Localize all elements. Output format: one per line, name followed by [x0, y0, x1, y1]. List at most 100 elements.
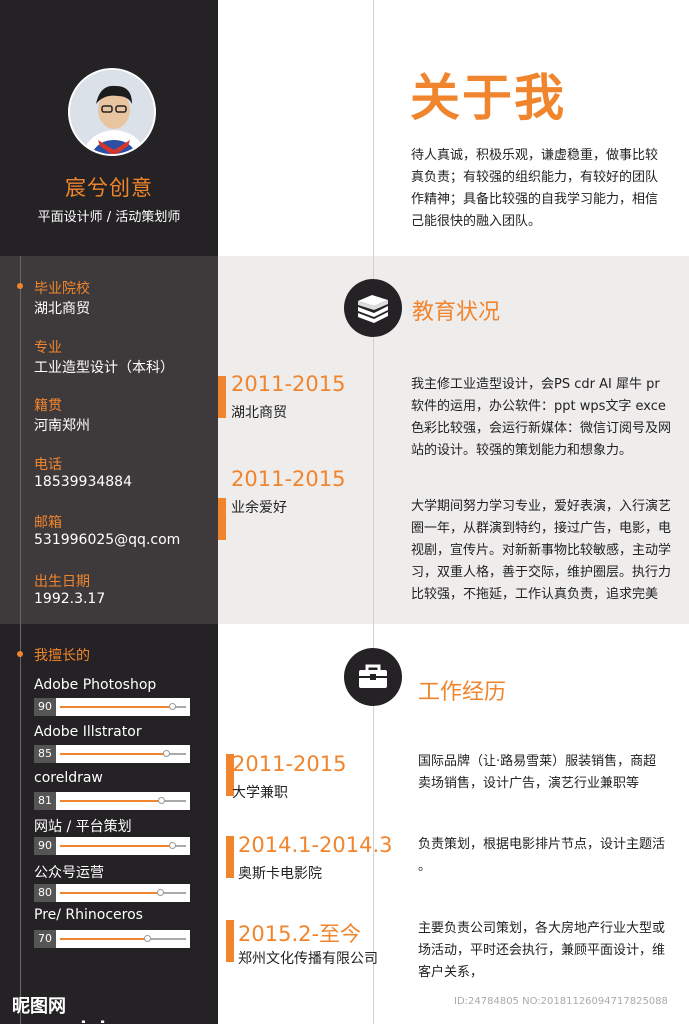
education-hobby: 业余爱好	[231, 500, 287, 516]
resume-page: 宸兮创意 平面设计师 / 活动策划师 毕业院校 湖北商贸 专业 工业造型设计（本…	[0, 0, 689, 1024]
books-icon	[344, 279, 402, 337]
info-value-email: 531996025@qq.com	[34, 532, 181, 548]
skill-name: Pre/ Rhinoceros	[34, 907, 143, 923]
skill-fill	[60, 706, 174, 708]
skill-level: 70	[34, 930, 56, 948]
timeline-line	[373, 0, 374, 1024]
education-line: 软件的运用，办公软件：ppt wps文字 exce	[411, 399, 666, 414]
skill-bar: 85	[34, 745, 190, 763]
skill-track	[60, 842, 186, 849]
skill-name: 公众号运营	[34, 865, 104, 881]
info-value-hometown: 河南郑州	[34, 418, 90, 434]
education-title: 教育状况	[412, 300, 501, 325]
work-line: 主要负责公司策划，各大房地产行业大型或	[418, 921, 666, 936]
work-org: 大学兼职	[232, 785, 288, 801]
skill-knob	[163, 750, 171, 757]
about-line: 真负责；有较强的组织能力，有较好的团队	[411, 170, 659, 185]
avatar	[68, 68, 156, 156]
education-line: 视剧，宣传片。对新新事物比较敏感，主动学	[411, 543, 672, 558]
skill-knob	[169, 842, 177, 849]
skill-bar: 80	[34, 884, 190, 902]
info-label-phone: 电话	[34, 457, 62, 473]
skill-knob	[144, 935, 152, 942]
work-line: 客户关系，	[418, 965, 484, 980]
education-school: 湖北商贸	[231, 405, 287, 421]
info-label-major: 专业	[34, 340, 62, 356]
profile-role: 平面设计师 / 活动策划师	[37, 210, 181, 225]
skill-fill	[60, 753, 168, 755]
skill-level: 90	[34, 837, 56, 855]
skill-bar: 70	[34, 930, 190, 948]
skill-track	[60, 703, 186, 710]
skills-title: 我擅长的	[34, 648, 90, 664]
avatar-portrait-icon	[70, 70, 154, 154]
skill-fill	[60, 845, 174, 847]
education-line: 习，双重人格，善于交际，维护圈层。执行力	[411, 565, 672, 580]
education-line: 我主修工业造型设计，会PS cdr AI 犀牛 pr	[411, 377, 660, 392]
work-line: 国际品牌（让·路易雪莱）服装销售，商超	[418, 754, 657, 769]
info-bullet	[17, 283, 23, 289]
skill-name: coreldraw	[34, 770, 103, 786]
skill-knob	[169, 703, 177, 710]
work-title: 工作经历	[418, 680, 507, 705]
sidebar: 宸兮创意 平面设计师 / 活动策划师 毕业院校 湖北商贸 专业 工业造型设计（本…	[0, 0, 218, 1024]
work-line: 。	[418, 859, 432, 874]
work-org: 奥斯卡电影院	[238, 866, 322, 882]
education-line: 圈一年，从群演到特约，接过广告，电影，电	[411, 521, 672, 536]
profile-name: 宸兮创意	[65, 176, 153, 200]
skill-level: 81	[34, 792, 56, 810]
skill-name: 网站 / 平台策划	[34, 819, 132, 835]
skill-knob	[158, 797, 166, 804]
skill-level: 80	[34, 884, 56, 902]
work-line: 负责策划，根据电影排片节点，设计主题活	[418, 837, 666, 852]
info-value-birthdate: 1992.3.17	[34, 591, 106, 607]
timeline-marker	[226, 836, 234, 878]
skill-track	[60, 935, 186, 942]
info-value-phone: 18539934884	[34, 474, 132, 490]
info-label-hometown: 籍贯	[34, 398, 62, 414]
about-title: 关于我	[410, 69, 566, 127]
skill-level: 85	[34, 745, 56, 763]
education-line: 色彩比较强，会运行新媒体：微信订阅号及网	[411, 421, 672, 436]
skills-divider-line	[20, 624, 21, 1024]
skills-bullet	[17, 651, 23, 657]
education-line: 比较强，不拖延，工作认真负责，追求完美	[411, 587, 659, 602]
info-panel	[0, 256, 218, 624]
info-value-school: 湖北商贸	[34, 301, 90, 317]
about-line: 待人真诚，积极乐观，谦虚稳重，做事比较	[411, 148, 659, 163]
work-year: 2014.1-2014.3	[238, 833, 393, 857]
skill-knob	[156, 889, 164, 896]
education-year: 2011-2015	[231, 372, 346, 396]
work-year: 2011-2015	[232, 752, 347, 776]
skill-name: Adobe Photoshop	[34, 677, 157, 693]
skill-track	[60, 797, 186, 804]
skill-bar: 90	[34, 698, 190, 716]
skill-fill	[60, 938, 149, 940]
education-line: 大学期间努力学习专业，爱好表演，入行演艺	[411, 499, 672, 514]
skill-name: Adobe Illstrator	[34, 724, 142, 740]
work-line: 卖场销售，设计广告，演艺行业兼职等	[418, 776, 640, 791]
info-label-birthdate: 出生日期	[34, 574, 90, 590]
briefcase-icon	[344, 648, 402, 706]
about-line: 作精神；具备比较强的自我学习能力，相信	[411, 192, 659, 207]
watermark-left: 昵图网 www.nipic.com	[12, 996, 165, 1024]
skill-bar: 90	[34, 837, 190, 855]
work-org: 郑州文化传播有限公司	[238, 951, 378, 967]
info-label-school: 毕业院校	[34, 281, 90, 297]
timeline-marker	[218, 498, 226, 540]
timeline-marker	[218, 376, 226, 418]
info-value-major: 工业造型设计（本科）	[34, 360, 174, 376]
skill-bar: 81	[34, 792, 190, 810]
info-label-email: 邮箱	[34, 515, 62, 531]
skill-track	[60, 889, 186, 896]
info-divider-line	[20, 256, 21, 624]
timeline-marker	[226, 920, 234, 962]
skill-track	[60, 750, 186, 757]
skill-level: 90	[34, 698, 56, 716]
work-line: 场活动，平时还会执行，兼顾平面设计，维	[418, 943, 666, 958]
skill-fill	[60, 892, 161, 894]
skill-fill	[60, 800, 163, 802]
education-year: 2011-2015	[231, 467, 346, 491]
about-line: 己能很快的融入团队。	[411, 214, 542, 229]
education-line: 站的设计。较强的策划能力和想象力。	[411, 443, 633, 458]
